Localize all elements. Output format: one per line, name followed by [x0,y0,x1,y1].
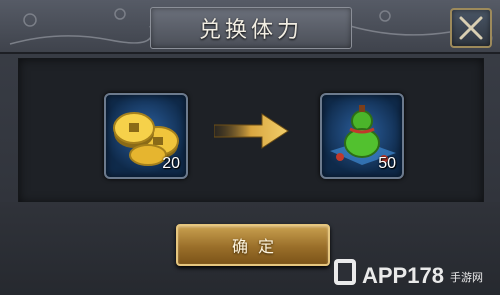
dialog-header: 兑换体力 [0,0,500,54]
right-arrow-icon [214,113,289,149]
confirm-label: 确定 [231,237,284,256]
svg-text:APP178: APP178 [362,263,444,288]
svg-text:手游网: 手游网 [450,270,483,284]
confirm-button[interactable]: 确定 [176,224,330,266]
cost-count: 20 [162,155,180,172]
reward-count: 50 [378,155,396,172]
close-button[interactable] [450,8,492,48]
title-plate: 兑换体力 [150,7,352,49]
watermark-logo: APP178 手游网 [334,259,483,288]
exchange-stamina-dialog: 兑换体力 20 50 确定 APP178 手游网 [0,0,500,295]
cost-item-slot: 20 [104,93,188,179]
dialog-title: 兑换体力 [198,18,303,43]
reward-item-slot: 50 [320,93,404,179]
close-x-icon [459,16,483,40]
